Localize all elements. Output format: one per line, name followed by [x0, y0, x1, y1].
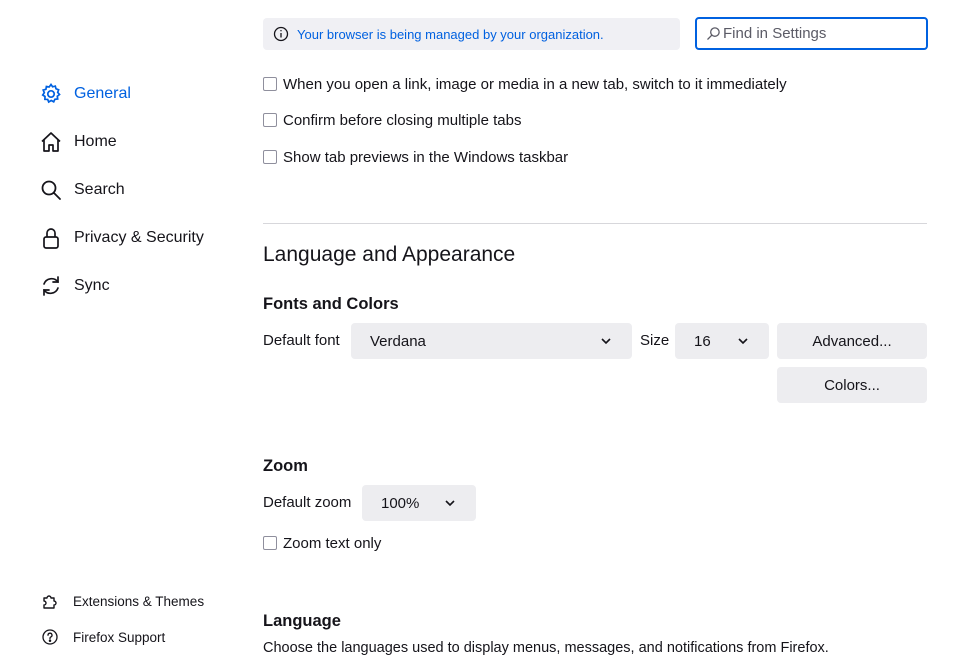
sidebar-item-label: General: [74, 85, 131, 102]
checkbox-label: When you open a link, image or media in …: [283, 75, 787, 93]
chevron-down-icon: [600, 335, 612, 347]
checkbox[interactable]: [263, 150, 277, 164]
chevron-down-icon: [444, 497, 456, 509]
checkbox-tab-previews[interactable]: Show tab previews in the Windows taskbar: [263, 146, 568, 168]
puzzle-icon: [40, 591, 60, 611]
sidebar-item-home[interactable]: Home: [38, 126, 117, 158]
managed-banner[interactable]: Your browser is being managed by your or…: [263, 18, 680, 50]
checkbox-confirm-close-tabs[interactable]: Confirm before closing multiple tabs: [263, 109, 521, 131]
sidebar-item-label: Privacy & Security: [74, 229, 204, 246]
search-input[interactable]: [723, 25, 913, 42]
colors-button[interactable]: Colors...: [777, 367, 927, 403]
default-zoom-select[interactable]: 100%: [362, 485, 476, 521]
checkbox[interactable]: [263, 77, 277, 91]
default-zoom-value: 100%: [381, 494, 420, 512]
default-zoom-label: Default zoom: [263, 494, 352, 511]
font-size-select[interactable]: 16: [675, 323, 769, 359]
chevron-down-icon: [737, 335, 749, 347]
advanced-fonts-button[interactable]: Advanced...: [777, 323, 927, 359]
extensions-themes-link[interactable]: Extensions & Themes: [40, 589, 204, 613]
sidebar-item-privacy-security[interactable]: Privacy & Security: [38, 222, 204, 254]
zoom-heading: Zoom: [263, 457, 308, 475]
fonts-colors-heading: Fonts and Colors: [263, 295, 399, 313]
sidebar-item-label: Sync: [74, 277, 110, 294]
sidebar: General Home Search Privacy & Security S…: [0, 0, 240, 655]
default-font-select[interactable]: Verdana: [351, 323, 632, 359]
checkbox[interactable]: [263, 536, 277, 550]
sidebar-item-label: Home: [74, 133, 117, 150]
default-font-value: Verdana: [370, 332, 426, 350]
sidebar-item-general[interactable]: General: [38, 78, 131, 110]
sidebar-item-label: Search: [74, 181, 125, 198]
info-icon: [273, 26, 289, 42]
firefox-support-link[interactable]: Firefox Support: [40, 625, 165, 649]
firefox-support-label: Firefox Support: [73, 629, 166, 645]
gear-icon: [38, 81, 64, 107]
checkbox-zoom-text-only[interactable]: Zoom text only: [263, 532, 381, 554]
checkbox-label: Zoom text only: [283, 534, 382, 552]
extensions-themes-label: Extensions & Themes: [73, 593, 205, 609]
sync-icon: [38, 273, 64, 299]
checkbox-label: Confirm before closing multiple tabs: [283, 111, 522, 129]
checkbox[interactable]: [263, 113, 277, 127]
checkbox-label: Show tab previews in the Windows taskbar: [283, 148, 569, 166]
section-divider: [263, 223, 927, 224]
find-in-settings[interactable]: [695, 17, 928, 50]
sidebar-item-search[interactable]: Search: [38, 174, 125, 206]
search-icon: [706, 26, 721, 41]
search-icon: [38, 177, 64, 203]
home-icon: [38, 129, 64, 155]
lock-icon: [38, 225, 64, 251]
language-description: Choose the languages used to display men…: [263, 640, 829, 656]
default-font-label: Default font: [263, 332, 340, 349]
sidebar-item-sync[interactable]: Sync: [38, 270, 110, 302]
language-heading: Language: [263, 612, 341, 630]
managed-banner-text: Your browser is being managed by your or…: [297, 26, 604, 42]
font-size-value: 16: [694, 332, 711, 350]
section-heading-language-appearance: Language and Appearance: [263, 243, 516, 266]
font-size-label: Size: [640, 332, 670, 349]
help-icon: [40, 627, 60, 647]
checkbox-switch-to-new-tab[interactable]: When you open a link, image or media in …: [263, 73, 787, 95]
